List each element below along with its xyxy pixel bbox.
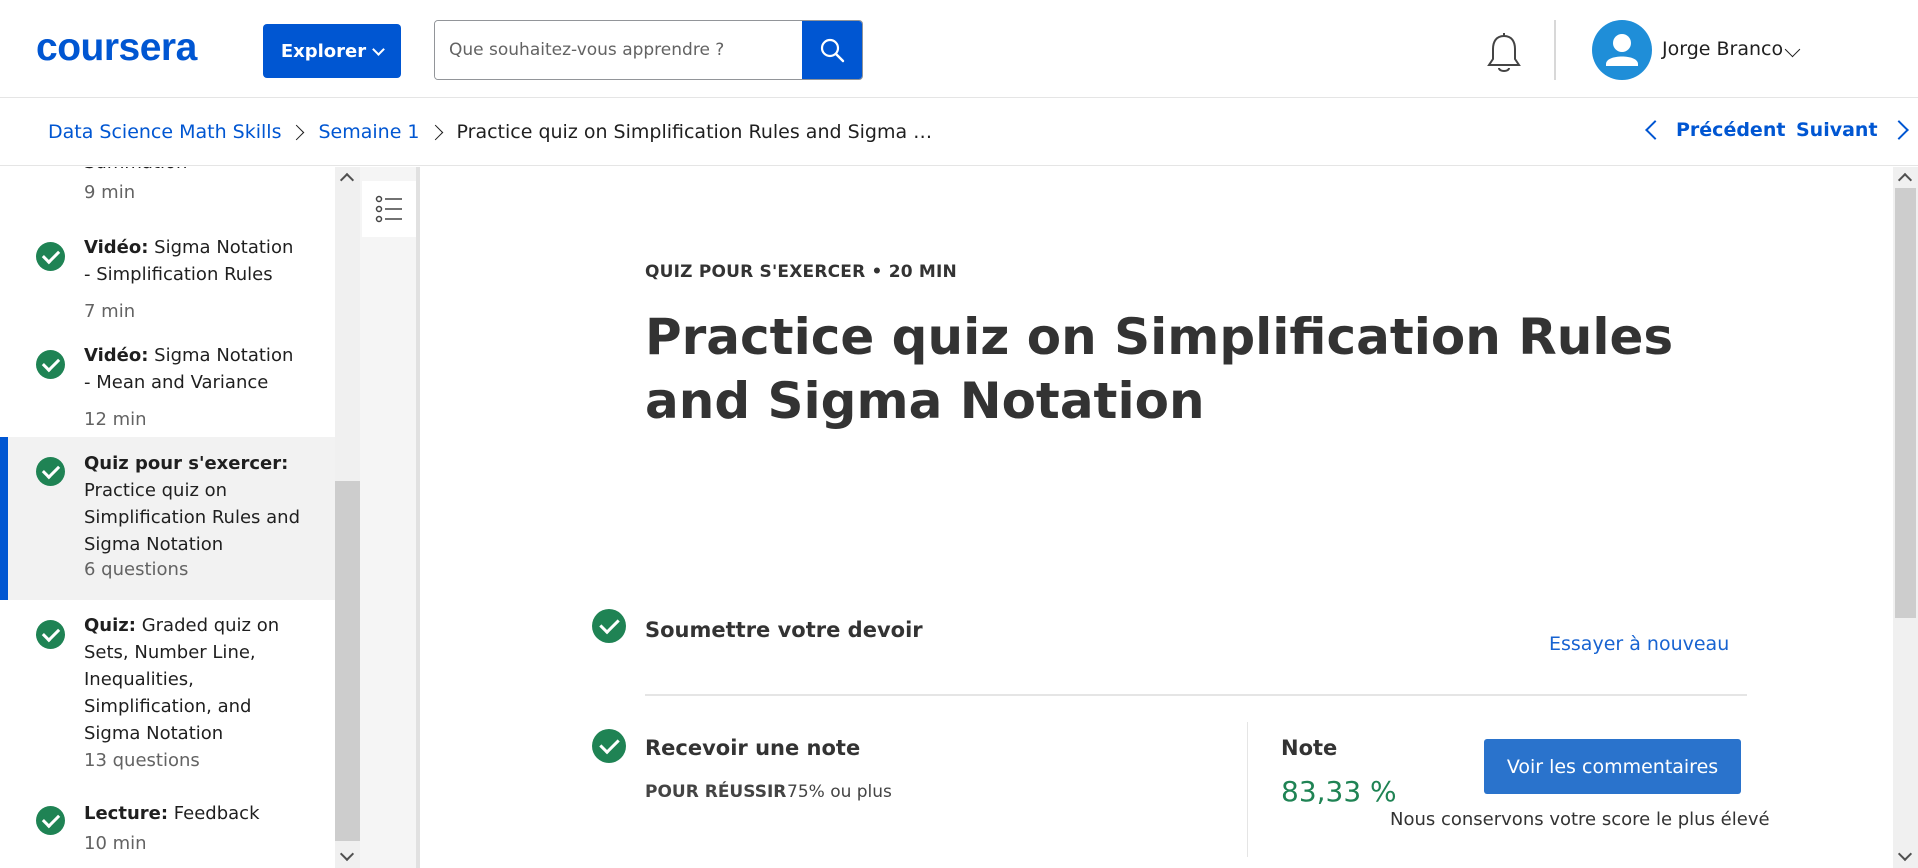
chevron-right-icon (1888, 120, 1909, 140)
sidebar-item-mean-variance[interactable]: Vidéo: Sigma Notation - Mean and Varianc… (0, 342, 335, 450)
next-label: Suivant (1796, 119, 1878, 141)
receive-grade-title: Recevoir une note (645, 736, 861, 760)
sidebar-item-title: Lecture: Feedback (84, 803, 260, 824)
chevron-right-icon (427, 124, 443, 140)
list-icon (375, 195, 402, 223)
sidebar-item-meta: 6 questions (84, 559, 189, 580)
toc-toggle-button[interactable] (362, 181, 416, 237)
completed-check-icon (36, 242, 65, 271)
sidebar-item-title: Vidéo: Sigma Notation - Mean and Varianc… (84, 345, 294, 393)
grade-label: Note (1281, 736, 1338, 760)
highest-score-note: Nous conservons votre score le plus élev… (1390, 809, 1770, 830)
sidebar-item-graded-quiz[interactable]: Quiz: Graded quiz on Sets, Number Line, … (0, 600, 335, 771)
sidebar-scrollbar-thumb[interactable] (335, 481, 360, 841)
top-header: coursera Explorer Jorge Branco (0, 0, 1918, 98)
sidebar-item-meta: 9 min (84, 182, 136, 203)
breadcrumb: Data Science Math Skills Semaine 1 Pract… (48, 121, 932, 143)
grade-divider (1247, 722, 1248, 857)
user-name[interactable]: Jorge Branco (1662, 38, 1783, 60)
main-scrollbar-thumb[interactable] (1895, 188, 1916, 618)
completed-check-icon (36, 806, 65, 835)
completed-check-icon (36, 350, 65, 379)
page-title: Practice quiz on Simplification Rules an… (645, 308, 1674, 430)
coursera-logo[interactable]: coursera (36, 26, 197, 70)
header-divider (1554, 20, 1556, 80)
previous-label: Précédent (1676, 119, 1786, 141)
sidebar-item-title: Quiz pour s'exercer: Practice quiz on Si… (84, 453, 300, 555)
completed-check-icon (592, 729, 626, 763)
retry-link[interactable]: Essayer à nouveau (1549, 633, 1729, 655)
sidebar-item-title: Vidéo: Sigma Notation - Simplification R… (84, 237, 294, 285)
chevron-down-icon[interactable] (1784, 41, 1801, 58)
chevron-right-icon (289, 124, 305, 140)
sidebar-item-title: Quiz: Graded quiz on Sets, Number Line, … (84, 615, 280, 744)
completed-check-icon (36, 457, 65, 486)
sidebar-item-feedback[interactable]: Lecture: Feedback 10 min (0, 800, 335, 868)
sidebar-item-meta: 10 min (84, 833, 147, 854)
explore-button-label: Explorer (280, 40, 367, 62)
toc-column (360, 167, 420, 868)
search-icon (820, 38, 845, 63)
user-icon (1606, 34, 1638, 66)
sidebar-item-summation[interactable]: Summation 9 min (0, 167, 335, 234)
completed-check-icon (36, 620, 65, 649)
sidebar-item-meta: 7 min (84, 301, 136, 322)
completed-check-icon (592, 609, 626, 643)
sidebar-item-practice-quiz[interactable]: Quiz pour s'exercer: Practice quiz on Si… (0, 437, 335, 600)
breadcrumb-current: Practice quiz on Simplification Rules an… (456, 121, 933, 143)
sidebar-item-meta: 12 min (84, 409, 147, 430)
chevron-left-icon (1645, 120, 1665, 140)
course-sidebar: Summation 9 min Vidéo: Sigma Notation - … (0, 167, 335, 868)
breadcrumb-course[interactable]: Data Science Math Skills (48, 121, 281, 143)
sidebar-item-title: Summation (84, 167, 304, 176)
grade-value: 83,33 % (1281, 775, 1397, 808)
search-bar (434, 20, 863, 80)
notification-bell-icon[interactable] (1484, 32, 1524, 76)
breadcrumb-bar: Data Science Math Skills Semaine 1 Pract… (0, 99, 1918, 166)
next-button[interactable]: Suivant (1796, 119, 1909, 141)
previous-button[interactable]: Précédent (1645, 119, 1786, 141)
pass-threshold-value: 75% ou plus (787, 782, 892, 802)
sidebar-item-simplification-rules[interactable]: Vidéo: Sigma Notation - Simplification R… (0, 234, 335, 342)
pass-threshold-label: POUR RÉUSSIR (645, 782, 787, 802)
explore-button[interactable]: Explorer (263, 24, 401, 78)
item-type-label: QUIZ POUR S'EXERCER • 20 MIN (645, 262, 957, 282)
view-feedback-button[interactable]: Voir les commentaires (1484, 739, 1741, 794)
chevron-down-icon (372, 42, 386, 56)
section-divider (645, 694, 1747, 696)
avatar[interactable] (1592, 20, 1652, 80)
submit-assignment-title: Soumettre votre devoir (645, 618, 923, 642)
search-button[interactable] (802, 21, 862, 79)
breadcrumb-week[interactable]: Semaine 1 (318, 121, 419, 143)
sidebar-item-meta: 13 questions (84, 750, 200, 771)
search-input[interactable] (435, 21, 802, 79)
